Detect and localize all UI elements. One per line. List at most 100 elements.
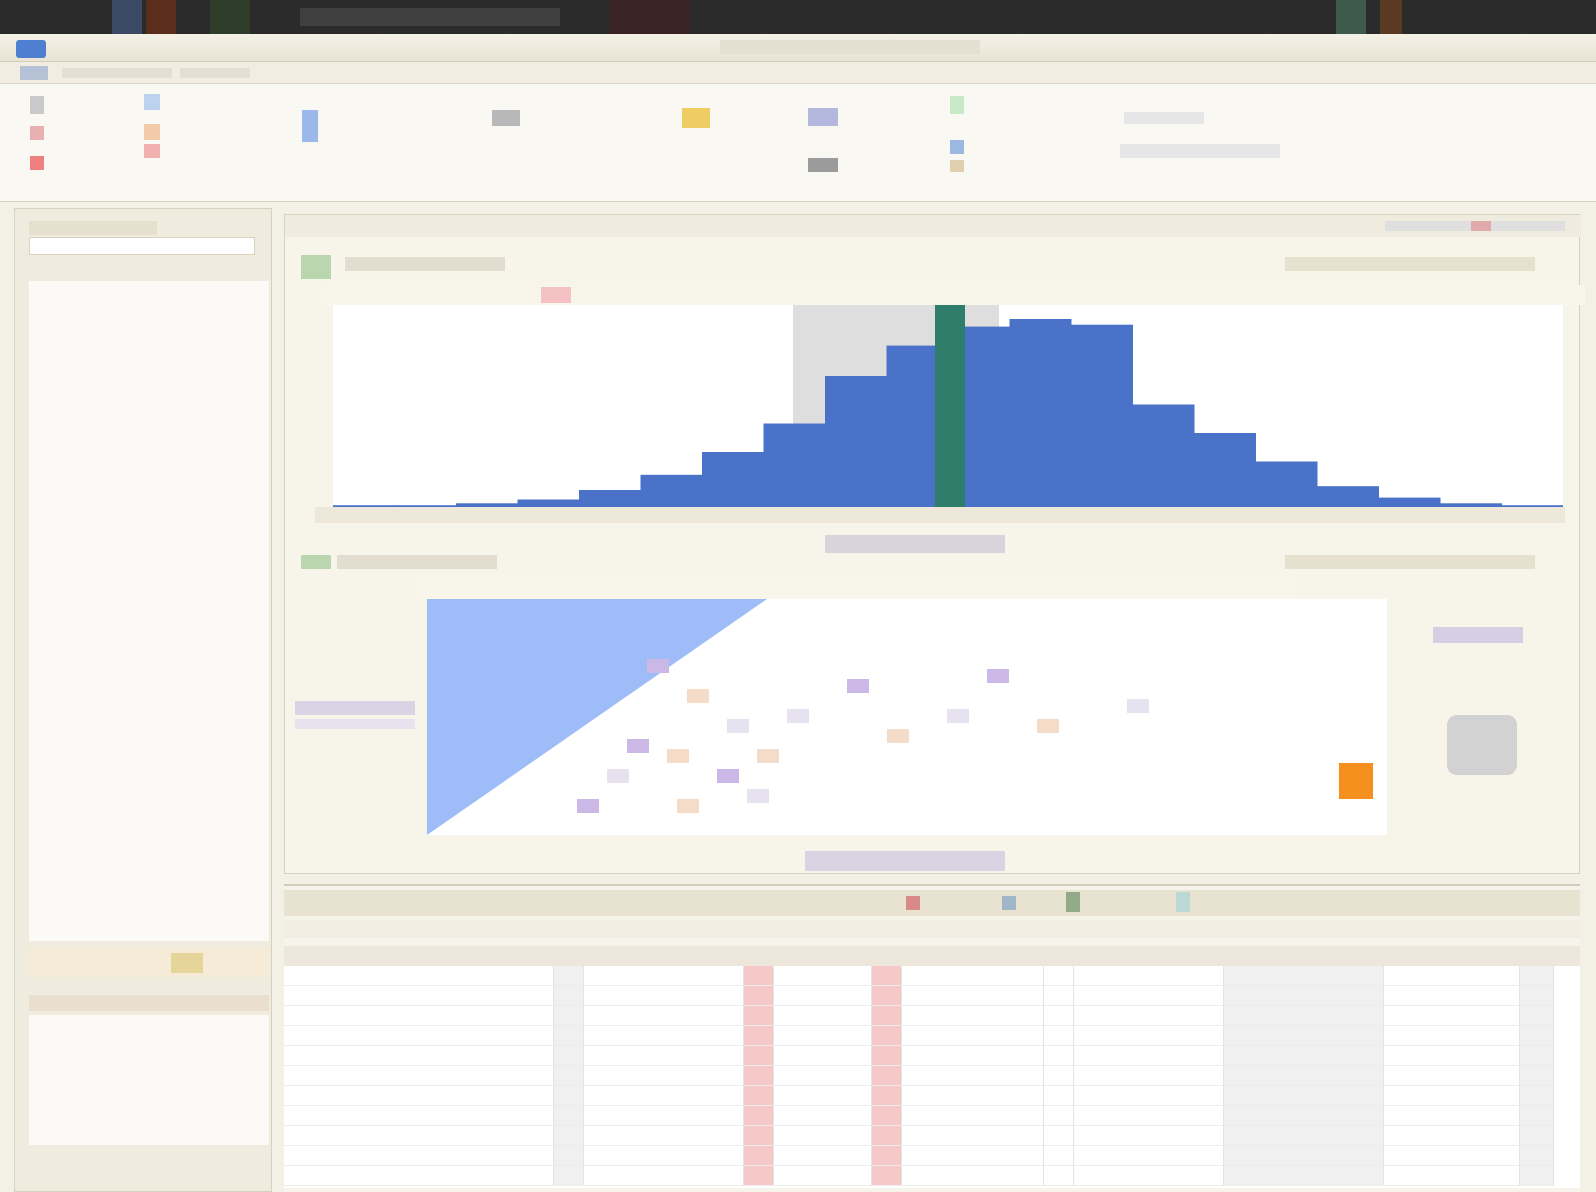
table-cell[interactable] xyxy=(1520,1086,1554,1106)
table-cell[interactable] xyxy=(1520,1066,1554,1086)
table-cell[interactable] xyxy=(744,1166,774,1186)
table-cell[interactable] xyxy=(744,1046,774,1066)
marker-icon[interactable] xyxy=(1339,763,1373,799)
toolbar-icon[interactable] xyxy=(906,896,920,910)
table-cell[interactable] xyxy=(1224,986,1384,1006)
table-cell[interactable] xyxy=(1224,1066,1384,1086)
table-cell[interactable] xyxy=(872,966,902,986)
table-cell[interactable] xyxy=(1224,966,1384,986)
table-cell[interactable] xyxy=(902,1006,1044,1026)
table-cell[interactable] xyxy=(1044,1106,1074,1126)
action-button[interactable] xyxy=(171,953,203,973)
tree-list[interactable] xyxy=(29,281,269,941)
panel-toolbar[interactable] xyxy=(1285,555,1535,569)
table-cell[interactable] xyxy=(1074,1106,1224,1126)
table-cell[interactable] xyxy=(554,1066,584,1086)
toolbar-icon[interactable] xyxy=(1002,896,1016,910)
table-cell[interactable] xyxy=(774,1166,872,1186)
toolbar-icon[interactable] xyxy=(682,108,710,128)
toolbar-icon[interactable] xyxy=(144,144,160,158)
table-cell[interactable] xyxy=(1384,966,1520,986)
table-cell[interactable] xyxy=(284,1066,554,1086)
toolbar-icon[interactable] xyxy=(144,94,160,110)
table-cell[interactable] xyxy=(872,1126,902,1146)
table-cell[interactable] xyxy=(872,1046,902,1066)
table-cell[interactable] xyxy=(1224,1026,1384,1046)
table-cell[interactable] xyxy=(1074,1166,1224,1186)
table-cell[interactable] xyxy=(284,1006,554,1026)
table-cell[interactable] xyxy=(284,1046,554,1066)
table-cell[interactable] xyxy=(902,1066,1044,1086)
task-item[interactable] xyxy=(610,0,690,34)
table-cell[interactable] xyxy=(554,1046,584,1066)
table-cell[interactable] xyxy=(744,1006,774,1026)
table-cell[interactable] xyxy=(902,1146,1044,1166)
tray-icon[interactable] xyxy=(1336,0,1366,34)
table-cell[interactable] xyxy=(1224,1106,1384,1126)
left-panel-search[interactable] xyxy=(29,237,255,255)
table-cell[interactable] xyxy=(902,1166,1044,1186)
table-cell[interactable] xyxy=(872,1026,902,1046)
table-cell[interactable] xyxy=(1384,1086,1520,1106)
table-cell[interactable] xyxy=(1074,1146,1224,1166)
toolbar-icon[interactable] xyxy=(30,156,44,170)
table-cell[interactable] xyxy=(554,1026,584,1046)
toolbar-icon[interactable] xyxy=(950,140,964,154)
table-cell[interactable] xyxy=(1044,986,1074,1006)
table-cell[interactable] xyxy=(584,1026,744,1046)
table-tabs[interactable] xyxy=(284,920,1580,938)
table-cell[interactable] xyxy=(744,986,774,1006)
table-body[interactable] xyxy=(284,966,1580,1188)
table-cell[interactable] xyxy=(774,1046,872,1066)
toolbar-icon[interactable] xyxy=(808,108,838,126)
table-cell[interactable] xyxy=(902,986,1044,1006)
table-cell[interactable] xyxy=(1044,1126,1074,1146)
table-cell[interactable] xyxy=(1224,1046,1384,1066)
table-cell[interactable] xyxy=(872,1066,902,1086)
table-cell[interactable] xyxy=(1074,1066,1224,1086)
table-cell[interactable] xyxy=(1384,1026,1520,1046)
table-cell[interactable] xyxy=(1044,1066,1074,1086)
table-cell[interactable] xyxy=(774,986,872,1006)
table-cell[interactable] xyxy=(1074,1006,1224,1026)
table-cell[interactable] xyxy=(554,1086,584,1106)
table-cell[interactable] xyxy=(902,1126,1044,1146)
table-cell[interactable] xyxy=(1044,1166,1074,1186)
navigation-icon[interactable] xyxy=(1447,715,1517,775)
table-cell[interactable] xyxy=(1074,986,1224,1006)
table-cell[interactable] xyxy=(774,1006,872,1026)
table-cell[interactable] xyxy=(1224,1146,1384,1166)
table-cell[interactable] xyxy=(554,1146,584,1166)
table-cell[interactable] xyxy=(902,1106,1044,1126)
table-cell[interactable] xyxy=(1074,1026,1224,1046)
task-item[interactable] xyxy=(300,8,560,26)
table-cell[interactable] xyxy=(1520,1106,1554,1126)
toolbar-icon[interactable] xyxy=(1066,892,1080,912)
table-toolbar[interactable] xyxy=(284,890,1580,916)
table-cell[interactable] xyxy=(554,986,584,1006)
menu-icon[interactable] xyxy=(20,66,48,80)
table-cell[interactable] xyxy=(774,1146,872,1166)
task-icon[interactable] xyxy=(112,0,142,34)
task-icon[interactable] xyxy=(210,0,250,34)
toolbar-icon[interactable] xyxy=(30,126,44,140)
table-cell[interactable] xyxy=(872,1166,902,1186)
table-cell[interactable] xyxy=(584,1106,744,1126)
table-cell[interactable] xyxy=(1044,1146,1074,1166)
table-cell[interactable] xyxy=(284,1166,554,1186)
table-cell[interactable] xyxy=(284,1146,554,1166)
toolbar-icon[interactable] xyxy=(144,124,160,140)
table-cell[interactable] xyxy=(1074,1046,1224,1066)
table-cell[interactable] xyxy=(1520,1166,1554,1186)
table-cell[interactable] xyxy=(774,1066,872,1086)
table-cell[interactable] xyxy=(774,1126,872,1146)
table-cell[interactable] xyxy=(774,966,872,986)
toolbar-icon[interactable] xyxy=(950,96,964,114)
table-cell[interactable] xyxy=(284,1126,554,1146)
table-cell[interactable] xyxy=(1384,986,1520,1006)
table-cell[interactable] xyxy=(1520,1146,1554,1166)
table-cell[interactable] xyxy=(584,986,744,1006)
table-cell[interactable] xyxy=(1520,1046,1554,1066)
table-cell[interactable] xyxy=(1520,1006,1554,1026)
table-cell[interactable] xyxy=(872,1106,902,1126)
